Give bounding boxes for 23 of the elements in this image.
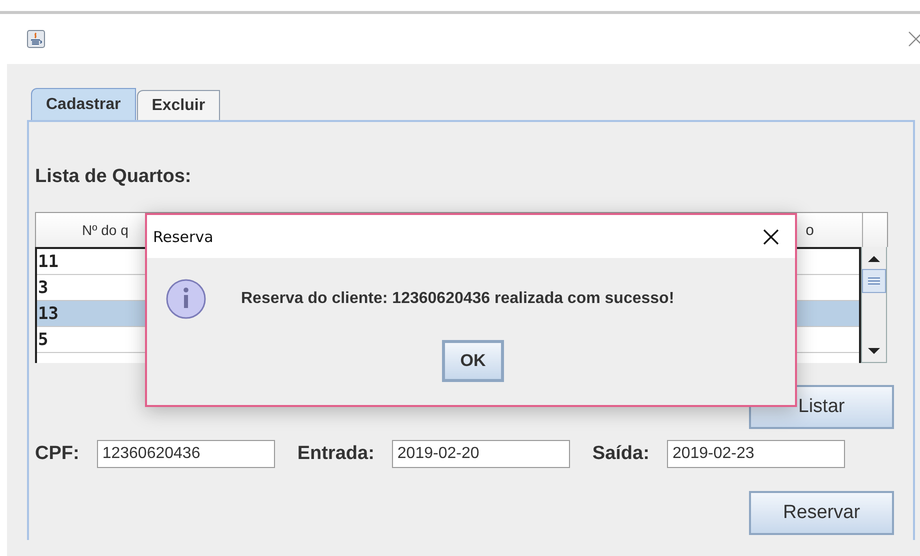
table-cell: 5 (37, 330, 48, 350)
info-icon (165, 278, 207, 320)
section-title: Lista de Quartos: (35, 166, 192, 189)
dialog-title: Reserva (153, 228, 214, 246)
input-field[interactable]: 2019-02-23 (667, 440, 846, 468)
ok-button[interactable]: OK (442, 340, 504, 382)
dialog-message: Reserva do cliente: 12360620436 realizada com sucesso! (241, 290, 674, 308)
input-field[interactable]: 2019-02-20 (392, 440, 570, 468)
tab[interactable]: Excluir (136, 90, 220, 120)
cup-icon (27, 30, 45, 48)
close-button[interactable] (763, 228, 779, 244)
field-label: CPF: (35, 443, 80, 465)
table-cell: 3 (37, 278, 48, 298)
table-cell: 11 (37, 252, 58, 272)
scrollbar[interactable] (861, 247, 887, 363)
input-field[interactable]: 12360620436 (97, 440, 276, 468)
field-label: Saída: (592, 443, 650, 465)
scroll-thumb[interactable] (862, 269, 886, 293)
table-cell: 13 (37, 304, 58, 324)
header-corner (863, 213, 887, 247)
field-label: Entrada: (297, 443, 374, 465)
reserve-button[interactable]: Reservar (749, 491, 894, 535)
tab[interactable]: Cadastrar (31, 88, 136, 120)
